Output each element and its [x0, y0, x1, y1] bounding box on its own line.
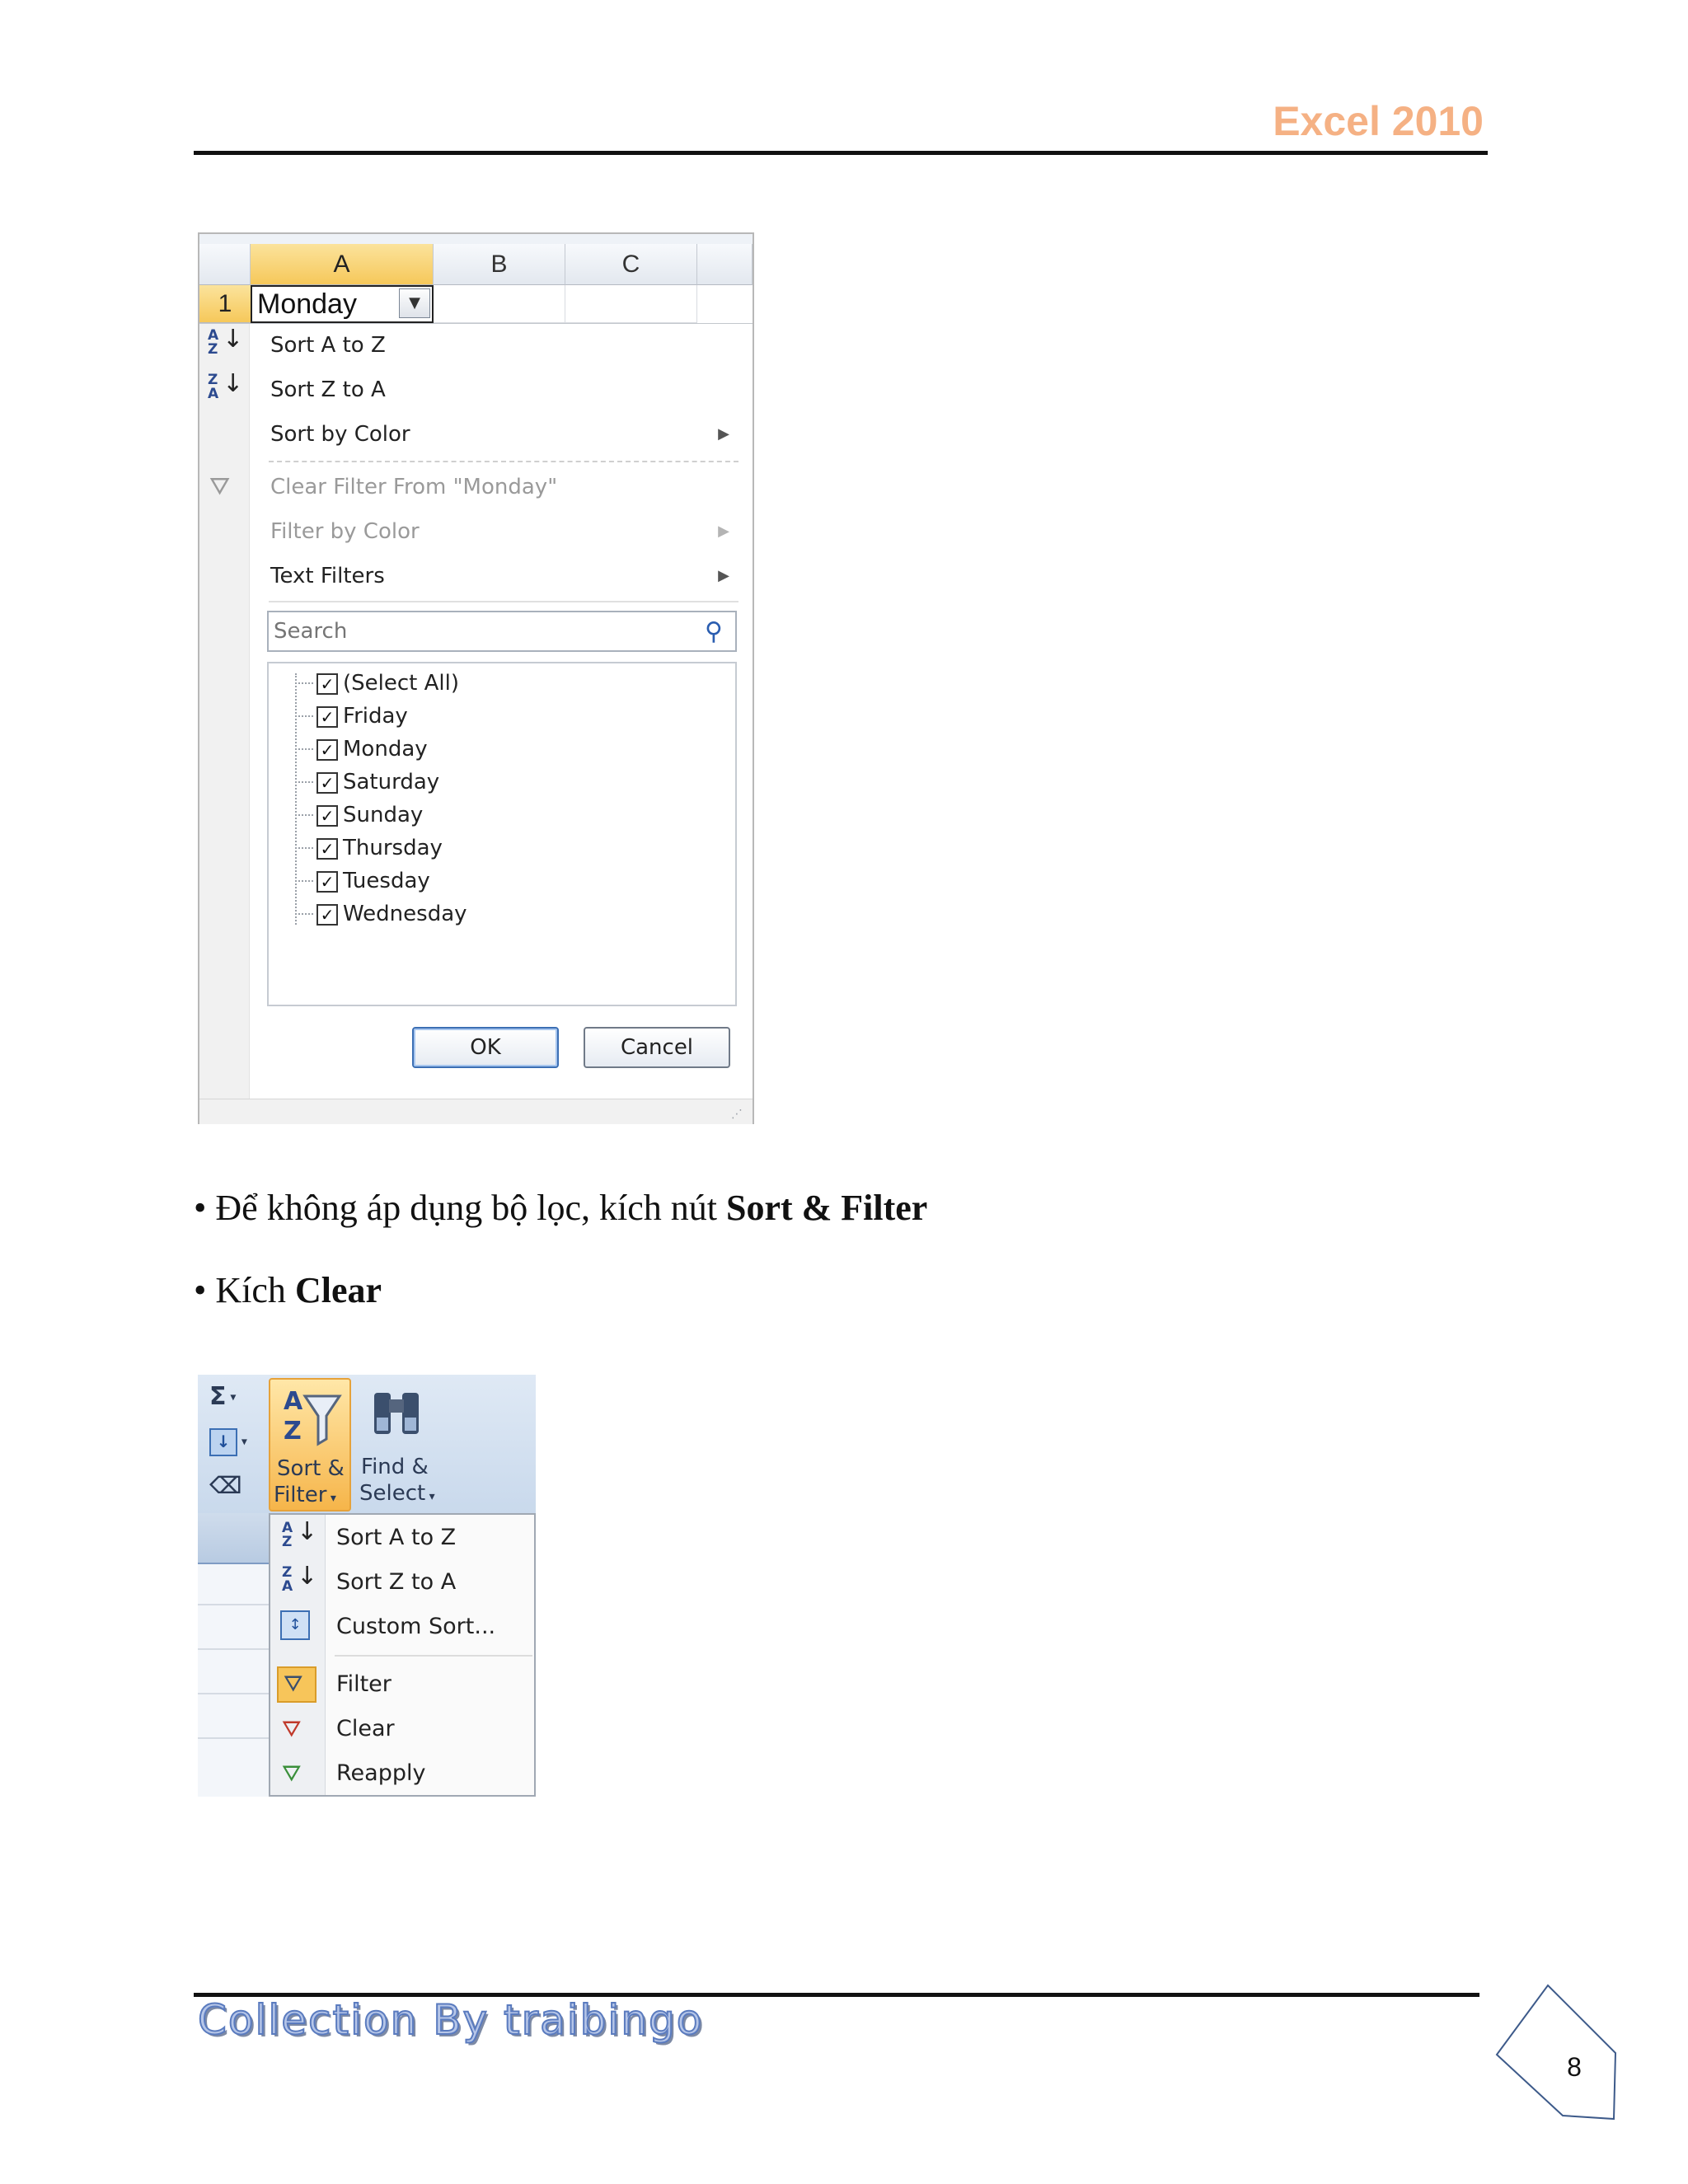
menu-item-sort-a-to-z[interactable]: Sort A to Z — [336, 1516, 534, 1559]
clear-button[interactable]: ⌫ ▾ — [209, 1469, 251, 1532]
menu-icon-gutter — [199, 324, 250, 1099]
ok-button[interactable]: OK — [412, 1027, 559, 1068]
chevron-down-icon: ▼ — [409, 294, 420, 312]
chevron-down-icon: ▾ — [425, 1490, 435, 1503]
menu-item-clear[interactable]: Clear — [336, 1708, 534, 1750]
filter-search-input[interactable] — [270, 614, 689, 649]
checkbox-checked[interactable]: ✓ — [316, 772, 338, 794]
footer-brand: Collection By traibingo — [197, 1995, 704, 2045]
select-all-corner[interactable] — [199, 244, 251, 285]
menu-item-sort-by-color[interactable]: Sort by Color ▶ — [270, 413, 732, 456]
checkbox-checked[interactable]: ✓ — [316, 838, 338, 860]
menu-item-clear-filter[interactable]: Clear Filter From "Monday" — [270, 466, 732, 509]
binoculars-icon — [374, 1393, 419, 1434]
sort-filter-ribbon-screenshot: Σ ▾ ↓ ▾ ⌫ ▾ A Z Sort & Filter ▾ Find & S… — [198, 1375, 536, 1797]
menu-separator — [269, 461, 738, 462]
checkbox-checked[interactable]: ✓ — [316, 673, 338, 695]
list-item[interactable]: ✓ Monday — [295, 733, 724, 766]
document-header-title: Excel 2010 — [1273, 98, 1484, 144]
cell-b1[interactable] — [434, 285, 565, 323]
ribbon-group-editing: Σ ▾ ↓ ▾ ⌫ ▾ A Z Sort & Filter ▾ Find & S… — [198, 1375, 536, 1532]
checkbox-checked[interactable]: ✓ — [316, 706, 338, 728]
list-item[interactable]: ✓ Sunday — [295, 799, 724, 832]
filter-icon: ⛛ — [277, 1666, 316, 1703]
list-item[interactable]: ✓ Thursday — [295, 832, 724, 865]
sort-and-filter-button[interactable]: A Z Sort & Filter ▾ — [269, 1378, 351, 1511]
sort-filter-menu: A Z ↓ Sort A to Z Z A ↓ Sort Z to A ↕ Custom… — [269, 1513, 536, 1797]
sort-z-to-a-icon: Z A ↓ — [282, 1562, 318, 1595]
find-select-label: Select ▾ — [359, 1481, 435, 1506]
chevron-down-icon: ▾ — [237, 1435, 247, 1449]
sigma-icon: Σ — [209, 1382, 227, 1411]
sort-z-to-a-icon: Z A ↓ — [208, 369, 244, 402]
page-number: 8 — [1567, 2052, 1582, 2082]
sort-filter-label: Sort & — [277, 1456, 345, 1481]
cancel-button[interactable]: Cancel — [584, 1027, 730, 1068]
list-item[interactable]: ✓ Tuesday — [295, 865, 724, 898]
column-header-b[interactable]: B — [434, 244, 565, 285]
menu-item-filter-by-color[interactable]: Filter by Color ▶ — [270, 510, 732, 553]
clear-filter-icon: ⛛ — [209, 472, 231, 501]
menu-item-sort-a-to-z[interactable]: Sort A to Z — [270, 324, 732, 367]
fill-down-icon: ↓ — [209, 1427, 237, 1456]
checkbox-checked[interactable]: ✓ — [316, 871, 338, 893]
autosum-button[interactable]: Σ ▾ — [209, 1380, 251, 1414]
find-select-label: Find & — [361, 1455, 429, 1479]
resize-grip-icon[interactable]: ⋰ — [731, 1106, 748, 1122]
svg-text:A: A — [284, 1387, 303, 1416]
menu-item-custom-sort[interactable]: Custom Sort... — [336, 1605, 534, 1648]
chevron-down-icon: ▾ — [226, 1390, 237, 1404]
custom-sort-icon: ↕ — [280, 1610, 310, 1640]
column-header-c[interactable]: C — [565, 244, 697, 285]
menu-item-sort-z-to-a[interactable]: Sort Z to A — [270, 368, 732, 411]
chevron-down-icon: ▾ — [326, 1492, 336, 1505]
list-item[interactable]: ✓ Wednesday — [295, 898, 724, 930]
row-header-1[interactable]: 1 — [199, 285, 251, 323]
submenu-arrow-icon: ▶ — [718, 523, 729, 540]
search-icon[interactable]: ⚲ — [699, 617, 729, 647]
sort-a-to-z-icon: A Z ↓ — [208, 325, 244, 358]
reapply-filter-icon: ⛛ — [282, 1760, 302, 1787]
checkbox-checked[interactable]: ✓ — [316, 805, 338, 827]
sort-filter-label: Filter ▾ — [274, 1483, 336, 1507]
checkbox-checked[interactable]: ✓ — [316, 904, 338, 926]
fill-button[interactable]: ↓ ▾ — [209, 1424, 251, 1459]
worksheet-edge — [198, 1513, 269, 1797]
menu-item-reapply[interactable]: Reapply — [336, 1752, 534, 1795]
filter-value-list: ✓ (Select All) ✓ Friday ✓ Monday ✓ Satur… — [267, 662, 737, 1006]
menu-item-filter[interactable]: Filter — [336, 1663, 534, 1706]
checkbox-checked[interactable]: ✓ — [316, 739, 338, 761]
submenu-arrow-icon: ▶ — [718, 567, 729, 584]
instruction-bullet-1: • Để không áp dụng bộ lọc, kích nút Sort… — [194, 1188, 928, 1228]
menu-item-sort-z-to-a[interactable]: Sort Z to A — [336, 1561, 534, 1604]
column-header-partial[interactable] — [697, 244, 753, 285]
menu-footer-strip: ⋰ — [199, 1099, 753, 1124]
formula-bar-edge — [198, 1513, 269, 1564]
instruction-bullet-2: • Kích Clear — [194, 1270, 382, 1310]
filter-menu: A Z ↓ Sort A to Z Z A ↓ Sort Z to A Sort by … — [199, 323, 753, 1124]
column-header-a[interactable]: A — [251, 244, 434, 285]
clear-filter-icon: ⛛ — [282, 1715, 302, 1742]
header-rule — [194, 151, 1488, 155]
list-item[interactable]: ✓ Saturday — [295, 766, 724, 799]
sort-a-to-z-icon: A Z ↓ — [282, 1517, 318, 1550]
menu-separator — [335, 1655, 532, 1657]
menu-item-text-filters[interactable]: Text Filters ▶ — [270, 555, 732, 598]
filter-dropdown-screenshot: A B C 1 Monday ▼ A Z ↓ Sort A to Z Z A ↓ Sor… — [198, 232, 754, 1124]
list-item[interactable]: ✓ (Select All) — [295, 667, 724, 700]
submenu-arrow-icon: ▶ — [718, 425, 729, 443]
autofilter-dropdown-button[interactable]: ▼ — [399, 288, 430, 318]
filter-search-box: ⚲ — [267, 611, 737, 652]
list-item[interactable]: ✓ Friday — [295, 700, 724, 733]
eraser-icon: ⌫ — [209, 1472, 242, 1499]
sort-filter-icon: A Z — [284, 1387, 342, 1446]
cell-c1[interactable] — [565, 285, 697, 323]
svg-text:Z: Z — [284, 1417, 302, 1446]
find-and-select-button[interactable]: Find & Select ▾ — [354, 1378, 445, 1511]
menu-separator — [269, 601, 738, 602]
